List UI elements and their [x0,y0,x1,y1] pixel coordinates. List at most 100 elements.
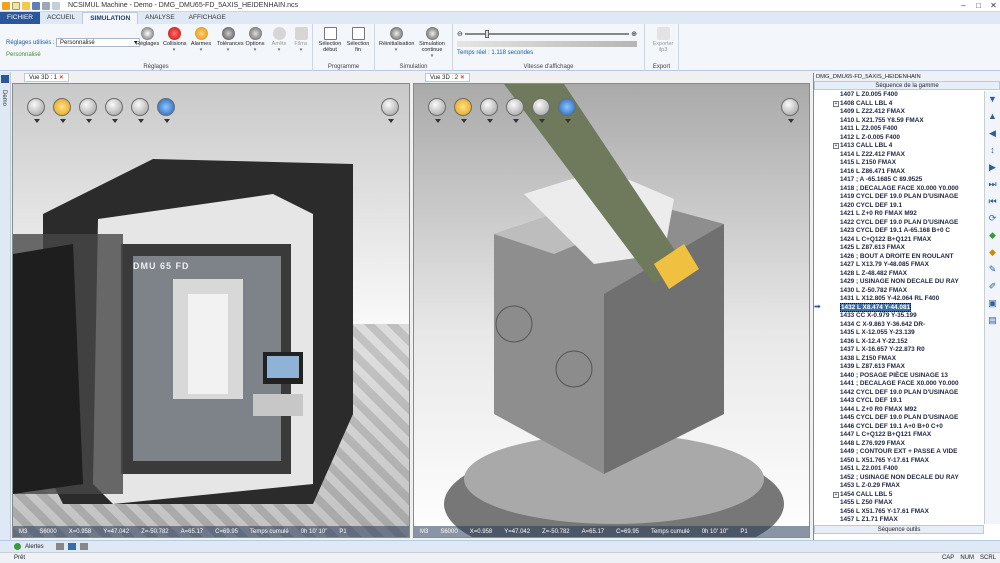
minus-icon[interactable]: ⊖ [457,30,463,38]
expand-icon[interactable]: + [833,491,839,498]
sequence-header[interactable]: Séquence de la gamme [814,81,1000,90]
rotate-view-icon[interactable] [157,98,175,123]
view-3d-1[interactable]: DMU 65 FD M3 S6000 X=0.958 Y=47.042 Z=-50.78… [12,83,410,538]
undo-icon[interactable] [42,1,50,10]
collisions-button[interactable]: Collisions ▾ [163,27,187,53]
program-line[interactable]: 1435 L X-12.055 Y-23.139 [814,329,984,338]
view-3d-2[interactable]: M3 S6000 X=0.958 Y=47.042 Z=-50.782 A=65.17 C=… [413,83,810,538]
program-line[interactable]: 1449 ; CONTOUR EXT + PASSE A VIDE [814,448,984,457]
close-view-2-icon[interactable]: ✕ [460,75,465,81]
reglages-combo[interactable]: Personnalisé [56,38,140,47]
link-icon[interactable]: ⟳ [988,213,998,223]
green-icon[interactable]: ◆ [988,230,998,240]
program-line[interactable]: +1413 CALL LBL 4 [814,142,984,151]
program-line[interactable]: 1412 L Z-0.005 F400 [814,134,984,143]
rotate-view-2-icon[interactable] [558,98,576,123]
move-vertical-icon[interactable]: ↕ [988,145,998,155]
tab-view-1[interactable]: Vue 3D : 1 ✕ [24,73,69,82]
options-button[interactable]: Options ▾ [244,27,266,53]
reglages-button[interactable]: Réglages [136,27,159,47]
maximize-icon[interactable]: □ [974,1,983,10]
program-line[interactable]: 1426 ; BOUT A DROITE EN ROULANT [814,253,984,262]
skip-forward-icon[interactable]: ⏭ [988,179,998,189]
program-line[interactable]: 1415 L Z150 FMAX [814,159,984,168]
selection-debut-button[interactable]: Sélection début [317,27,343,53]
alert-tool-1-icon[interactable] [55,543,64,550]
speed-slider-track[interactable] [464,29,630,38]
program-line[interactable]: 1450 L X51.765 Y-17.61 FMAX [814,457,984,466]
program-line[interactable]: 1419 CYCL DEF 19.0 PLAN D'USINAGE [814,193,984,202]
arrow-down-icon[interactable]: ▼ [988,94,998,104]
program-line[interactable]: 1417 ; A -65.1685 C 89.9525 [814,176,984,185]
program-line[interactable]: 1421 L Z+0 R0 FMAX M92 [814,210,984,219]
program-line[interactable]: 1451 L Z2.001 F400 [814,465,984,474]
program-lines[interactable]: 1407 L Z0.005 F400 +1408 CALL LBL 4 1409 L… [814,91,984,524]
new-file-icon[interactable] [12,1,20,10]
tool-path-2-icon[interactable] [532,98,550,123]
program-line[interactable]: 1428 L Z-48.482 FMAX [814,270,984,279]
plus-icon[interactable]: ⊕ [631,30,637,38]
alarmes-button[interactable]: Alarmes ▾ [190,27,212,53]
tab-accueil[interactable]: ACCUEIL [40,12,82,24]
program-line[interactable]: 1427 L X13.79 Y-48.085 FMAX [814,261,984,270]
stock-icon[interactable] [79,98,97,123]
speed-slider-thumb[interactable] [484,29,489,38]
program-line[interactable]: 1439 L Z87.613 FMAX [814,363,984,372]
program-line[interactable]: 1440 ; POSAGE PIÈCE USINAGE 13 [814,372,984,381]
demo-panel-icon[interactable] [1,75,9,83]
program-line[interactable]: 1456 L X51.765 Y-17.61 FMAX [814,508,984,517]
edit-icon[interactable]: ✎ [988,264,998,274]
reinitialisation-button[interactable]: Réinitialisation ▾ [379,27,414,53]
tab-affichage[interactable]: AFFICHAGE [182,12,233,24]
demo-tab[interactable]: Demo [1,90,7,106]
program-line[interactable]: 1437 L X-16.657 Y-22.873 R0 [814,346,984,355]
camera-icon[interactable] [381,98,399,123]
program-line[interactable]: 1448 L Z76.929 FMAX [814,440,984,449]
program-line[interactable]: +1408 CALL LBL 4 [814,100,984,109]
view-mode-icon[interactable] [27,98,45,123]
program-line[interactable]: 1452 ; USINAGE NON DECALE DU RAY [814,474,984,483]
program-line[interactable]: 1434 C X-9.863 Y-36.642 DR- [814,321,984,330]
program-line[interactable]: 1447 L C+Q122 B+Q121 FMAX [814,431,984,440]
simulation-continue-button[interactable]: Simulation continue ▾ [415,27,449,59]
minimize-icon[interactable]: – [959,1,968,10]
program-line[interactable]: 1430 L Z-50.782 FMAX [814,287,984,296]
program-line[interactable]: 1420 CYCL DEF 19.1 [814,202,984,211]
program-line[interactable]: +1454 CALL LBL 5 [814,491,984,500]
close-view-1-icon[interactable]: ✕ [59,75,64,81]
program-line[interactable]: 1418 ; DECALAGE FACE X0.000 Y0.000 [814,185,984,194]
program-line[interactable]: 1438 L Z150 FMAX [814,355,984,364]
open-folder-icon[interactable] [22,1,30,10]
skip-back-icon[interactable]: ⏮ [988,196,998,206]
program-line[interactable]: 1444 L Z+0 R0 FMAX M92 [814,406,984,415]
part-view-2-icon[interactable] [454,98,472,123]
exporter-button[interactable]: Exporter ilp3 [651,27,675,53]
quick-access-dropdown-icon[interactable] [52,1,60,10]
program-line[interactable]: 1424 L C+Q122 B+Q121 FMAX [814,236,984,245]
close-icon[interactable]: ✕ [989,1,998,10]
selection-fin-button[interactable]: Sélection fin [345,27,371,53]
program-line[interactable]: 1432 L X8.474 Y-44.081 [814,302,984,313]
program-line[interactable]: 1410 L X21.755 Y8.59 FMAX [814,117,984,126]
camera-2-icon[interactable] [781,98,799,123]
expand-icon[interactable]: + [833,143,839,149]
tab-analyse[interactable]: ANALYSE [138,12,182,24]
arrow-up-icon[interactable]: ▲ [988,111,998,121]
speed-slider[interactable]: ⊖ ⊕ [457,29,637,38]
alert-tool-2-icon[interactable] [67,543,76,550]
program-line[interactable]: 1436 L X-12.4 Y-22.152 [814,338,984,347]
tolerances-button[interactable]: Tolérances ▾ [217,27,244,53]
step-back-icon[interactable]: ◀ [988,128,998,138]
program-line[interactable]: 1441 ; DECALAGE FACE X0.000 Y0.000 [814,380,984,389]
tool-path-icon[interactable] [131,98,149,123]
program-line[interactable]: 1425 L Z87.613 FMAX [814,244,984,253]
program-line[interactable]: 1411 L Z2.005 F400 [814,125,984,134]
tab-fichier[interactable]: FICHIER [0,12,40,24]
program-line[interactable]: 1414 L Z22.412 FMAX [814,151,984,160]
stock-2-icon[interactable] [480,98,498,123]
view-mode-2-icon[interactable] [428,98,446,123]
tab-simulation[interactable]: SIMULATION [82,12,139,24]
program-line[interactable]: 1455 L Z50 FMAX [814,499,984,508]
program-line[interactable]: 1407 L Z0.005 F400 [814,91,984,100]
program-line[interactable]: 1423 CYCL DEF 19.1 A-65.168 B+0 C [814,227,984,236]
